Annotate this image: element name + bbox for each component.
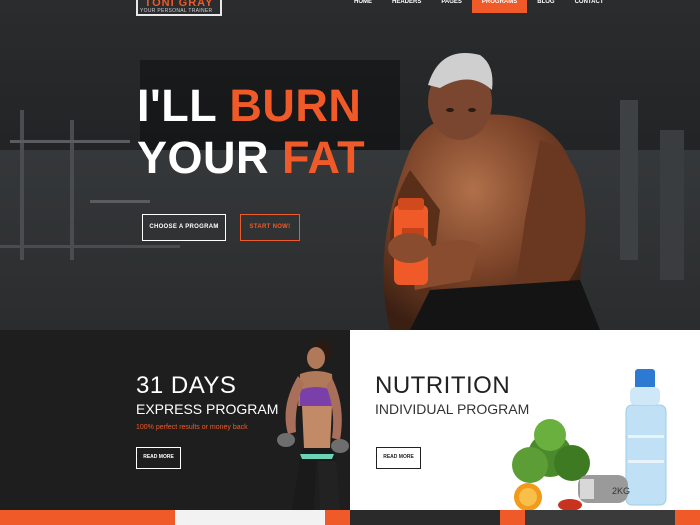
nav-item-headers[interactable]: HEADERS [382,0,431,13]
hero-section: TONI GRAY YOUR PERSONAL TRAINER HOME HEA… [0,0,700,330]
gym-bar [0,245,180,248]
nav-item-pages[interactable]: PAGES [431,0,472,13]
gym-bar [10,140,130,143]
headline-line2-white: YOUR [137,132,283,183]
express-program-note: 100% perfect results or money back [136,424,248,431]
strip-segment [525,510,675,525]
hero-headline: I'LL BURN YOUR FAT [137,80,365,184]
nav-item-home[interactable]: HOME [344,0,382,13]
strip-segment [350,510,500,525]
dumbbell-weight-label: 2KG [612,486,630,496]
nutrition-read-more-button[interactable]: READ MORE [376,447,421,469]
headline-line1-orange: BURN [229,80,362,131]
gym-machine [660,130,684,280]
nav-item-blog[interactable]: BLOG [527,0,564,13]
express-program-title: 31 DAYS [136,372,237,399]
strip-segment [500,510,525,525]
strip-segment [325,510,350,525]
nav-item-programs[interactable]: PROGRAMS [471,0,528,13]
bottom-strip [0,510,700,525]
headline-line2-orange: FAT [282,132,366,183]
strip-segment [175,510,325,525]
express-program-card: 31 DAYS EXPRESS PROGRAM 100% perfect res… [0,330,350,510]
gym-bar [90,200,150,203]
express-read-more-button[interactable]: READ MORE [136,447,181,469]
nutrition-image: 2KG [512,369,667,510]
nutrition-program-card: NUTRITION INDIVIDUAL PROGRAM READ MORE 2… [350,330,700,510]
trainer-image [383,53,600,330]
athlete-woman-image [277,340,349,510]
strip-segment [675,510,700,525]
choose-program-button[interactable]: CHOOSE A PROGRAM [142,214,226,241]
strip-segment [0,510,175,525]
nav-item-contact[interactable]: CONTACT [565,0,614,13]
start-now-button[interactable]: START NOW! [240,214,300,241]
headline-line1-white: I'LL [137,80,230,131]
brand-tagline: YOUR PERSONAL TRAINER [140,8,213,14]
gym-rack [20,110,24,260]
main-nav: HOME HEADERS PAGES PROGRAMS BLOG CONTACT [344,0,613,13]
express-program-subtitle: EXPRESS PROGRAM [136,401,279,417]
